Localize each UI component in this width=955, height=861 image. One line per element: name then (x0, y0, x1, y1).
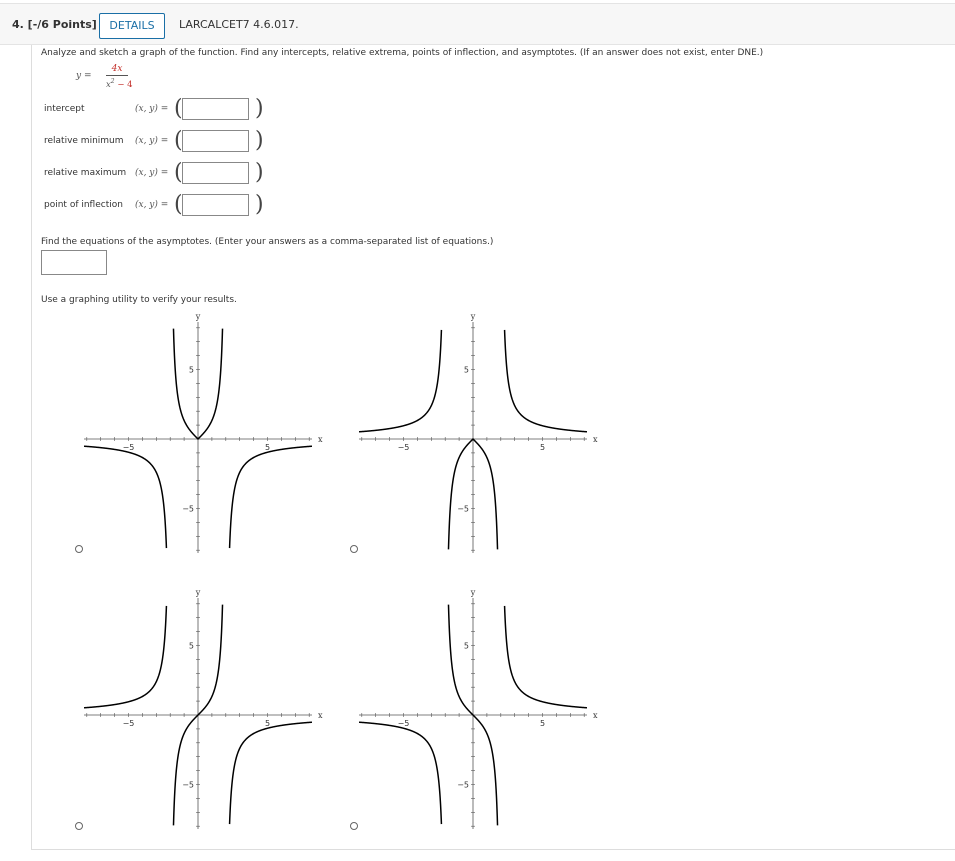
relative-maximum-label: relative maximum (44, 168, 127, 178)
formula-fraction: 4x x2 − 4 (106, 64, 133, 91)
y-axis-label: y (195, 312, 201, 321)
relative-minimum-close-paren: ) (255, 128, 264, 153)
x-tick-label-pos: 5 (265, 719, 270, 728)
x-axis-label: x (318, 711, 323, 720)
asymptote-input[interactable] (42, 252, 106, 275)
details-button[interactable]: DETAILS (99, 13, 165, 39)
curve-branch (358, 721, 443, 825)
asymptote-prompt: Find the equations of the asymptotes. (E… (41, 237, 494, 247)
curve-branch (358, 329, 443, 433)
question-number: 4. [-/6 Points] (12, 18, 97, 31)
y-tick-label-pos: 5 (189, 642, 194, 651)
relative-minimum-input[interactable] (183, 133, 248, 154)
intercept-input-box (182, 98, 249, 122)
y-tick-label-pos: 5 (189, 366, 194, 375)
x-axis-label: x (318, 435, 323, 444)
graph-option-radio-a[interactable] (75, 545, 83, 553)
x-tick-label-neg: −5 (123, 719, 135, 728)
formula-numerator: 4x (111, 64, 123, 74)
x-tick-label-pos: 5 (540, 719, 545, 728)
intercept-close-paren: ) (255, 96, 264, 121)
curve-branch (228, 721, 313, 825)
x-tick-label-pos: 5 (540, 443, 545, 452)
y-tick-label-pos: 5 (464, 642, 469, 651)
question-code: LARCALCET7 4.6.017. (179, 18, 299, 31)
point-of-inflection-close-paren: ) (255, 192, 264, 217)
x-axis-label: x (593, 435, 598, 444)
graph-choice-c: y x 5 −5 −5 5 (83, 588, 323, 829)
y-axis-label: y (470, 588, 476, 597)
curve-branch (228, 445, 313, 549)
curve-branch (83, 605, 168, 709)
relative-maximum-close-paren: ) (255, 160, 264, 185)
relative-minimum-xy-label: (x, y) = (135, 136, 169, 146)
point-of-inflection-input-box (182, 194, 249, 218)
y-tick-label-neg: −5 (182, 781, 194, 790)
verify-instruction: Use a graphing utility to verify your re… (41, 295, 237, 305)
x-axis-label: x (593, 711, 598, 720)
intercept-xy-label: (x, y) = (135, 104, 169, 114)
point-of-inflection-label: point of inflection (44, 200, 123, 210)
intercept-label: intercept (44, 104, 85, 114)
relative-maximum-input-box (182, 162, 249, 186)
relative-maximum-input[interactable] (183, 165, 248, 186)
formula-denominator: x2 − 4 (106, 78, 133, 90)
y-tick-label-neg: −5 (182, 505, 194, 514)
y-tick-label-pos: 5 (464, 366, 469, 375)
graph-option-radio-b[interactable] (350, 545, 358, 553)
relative-minimum-input-box (182, 130, 249, 154)
asymptote-input-box (41, 250, 107, 275)
x-tick-label-pos: 5 (265, 443, 270, 452)
question-prompt: Analyze and sketch a graph of the functi… (41, 48, 764, 58)
y-axis-label: y (195, 588, 201, 597)
curve-branch (503, 605, 588, 709)
y-tick-label-neg: −5 (457, 505, 469, 514)
point-of-inflection-xy-label: (x, y) = (135, 200, 169, 210)
relative-minimum-label: relative minimum (44, 136, 124, 146)
curve-branch (83, 445, 168, 549)
y-tick-label-neg: −5 (457, 781, 469, 790)
formula-lhs: y = (76, 71, 92, 81)
graph-choice-a: yx5−5−5 5 (83, 312, 323, 553)
curve-branch (503, 329, 588, 433)
x-tick-label-neg: −5 (398, 443, 410, 452)
y-axis-label: y (470, 312, 476, 321)
relative-maximum-xy-label: (x, y) = (135, 168, 169, 178)
point-of-inflection-input[interactable] (183, 197, 248, 218)
graph-choice-b: y x 5 −5 −5 5 (358, 312, 598, 553)
graph-choice-d: yx5−5−5 5 (358, 588, 598, 829)
graph-option-radio-c[interactable] (75, 822, 83, 830)
question-header: 4. [-/6 Points] DETAILS LARCALCET7 4.6.0… (0, 3, 955, 45)
intercept-input[interactable] (183, 101, 248, 122)
graph-option-radio-d[interactable] (350, 822, 358, 830)
